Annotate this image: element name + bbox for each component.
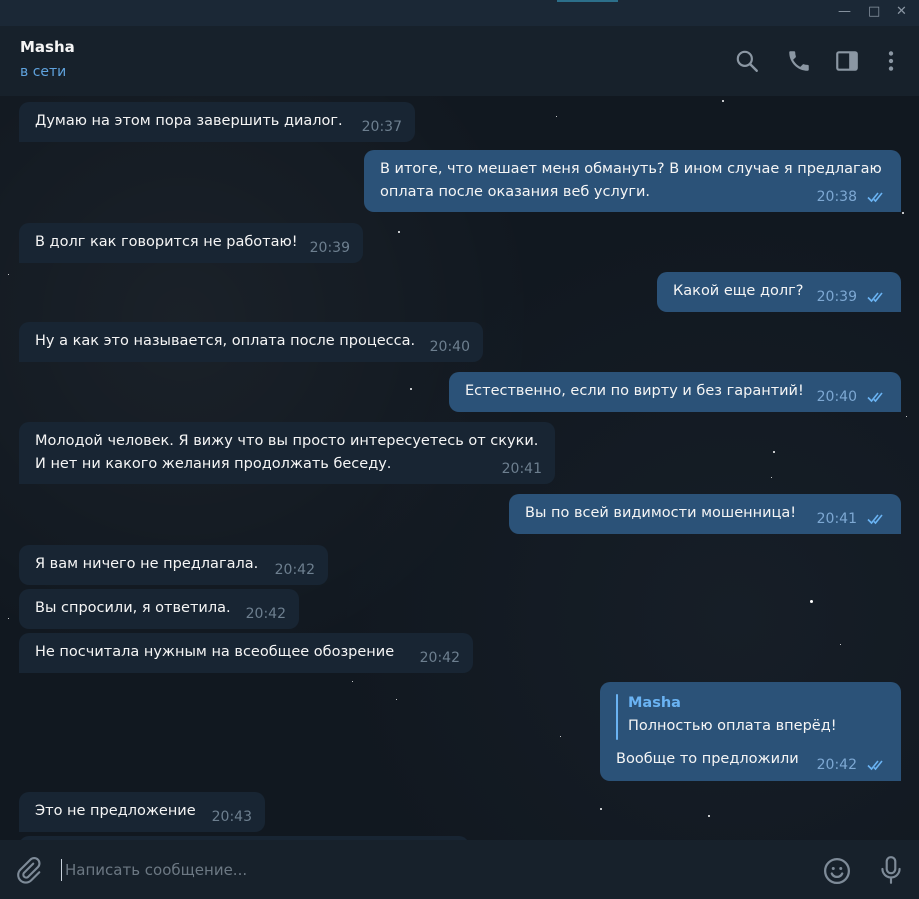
background-star	[410, 388, 412, 390]
message-text: В итоге, что мешает меня обмануть? В ино…	[380, 161, 882, 200]
background-star	[708, 815, 710, 817]
message-time: 20:39	[816, 289, 857, 305]
phone-icon[interactable]	[786, 48, 812, 74]
background-star	[8, 618, 9, 619]
message-incoming[interactable]: Я вам ничего не предлагала. 20:42	[19, 545, 328, 585]
message-incoming[interactable]: Не посчитала нужным на всеобщее обозрени…	[19, 633, 473, 673]
message-time: 20:41	[501, 461, 542, 477]
read-checkmarks-icon	[867, 292, 883, 303]
message-incoming[interactable]: Ну а как это называется, оплата после пр…	[19, 322, 483, 362]
message-text: Ну а как это называется, оплата после пр…	[35, 333, 416, 349]
background-star	[8, 274, 9, 275]
background-star	[352, 681, 353, 682]
read-checkmarks-icon	[867, 514, 883, 525]
message-list[interactable]: Думаю на этом пора завершить диалог. 20:…	[0, 96, 919, 840]
search-icon[interactable]	[734, 48, 760, 74]
message-incoming[interactable]: Молодой человек. Я вижу что вы просто ин…	[19, 422, 555, 484]
background-star	[556, 116, 557, 117]
maximize-button[interactable]: □	[868, 4, 880, 20]
background-star	[773, 451, 775, 453]
reply-quote-bar	[616, 694, 618, 740]
read-checkmarks-icon	[867, 192, 883, 203]
reply-text[interactable]: Полностью оплата вперёд!	[628, 715, 837, 738]
text-caret	[61, 859, 62, 881]
message-text: Молодой человек. Я вижу что вы просто ин…	[35, 433, 539, 472]
message-time: 20:41	[816, 511, 857, 527]
read-checkmarks-icon	[867, 392, 883, 403]
message-text: Вообще то предложили	[616, 751, 799, 767]
close-button[interactable]: ✕	[896, 4, 907, 20]
message-text: Я вам ничего не предлагала.	[35, 556, 259, 572]
message-outgoing[interactable]: Какой еще долг? 20:39	[657, 272, 901, 312]
message-text: Какой еще долг?	[673, 283, 804, 299]
message-time: 20:42	[419, 650, 460, 666]
window-titlebar: — □ ✕	[0, 0, 919, 26]
message-outgoing[interactable]: Вы по всей видимости мошенница! 20:41	[509, 494, 901, 534]
message-time: 20:39	[309, 240, 350, 256]
message-incoming[interactable]: В долг как говорится не работаю! 20:39	[19, 223, 363, 263]
chat-header: Masha в сети	[0, 26, 919, 96]
background-star	[810, 600, 813, 603]
message-text: Это не предложение	[35, 803, 196, 819]
message-time: 20:38	[816, 189, 857, 205]
composer-bar	[0, 840, 919, 899]
sidebar-toggle-icon[interactable]	[834, 48, 860, 74]
message-time: 20:40	[816, 389, 857, 405]
message-time: 20:42	[816, 757, 857, 773]
message-outgoing[interactable]: Естественно, если по вирту и без гаранти…	[449, 372, 901, 412]
message-text: Думаю на этом пора завершить диалог.	[35, 113, 343, 129]
attach-icon[interactable]	[14, 856, 42, 884]
background-star	[722, 100, 724, 102]
message-text: Не посчитала нужным на всеобщее обозрени…	[35, 644, 395, 660]
message-incoming[interactable]: Это не предложение 20:43	[19, 792, 265, 832]
microphone-icon[interactable]	[878, 855, 904, 885]
background-star	[902, 212, 904, 214]
contact-name[interactable]: Masha	[20, 38, 75, 56]
minimize-button[interactable]: —	[838, 4, 851, 20]
message-outgoing-reply[interactable]: Masha Полностью оплата вперёд! Вообще то…	[600, 682, 901, 781]
message-outgoing[interactable]: В итоге, что мешает меня обмануть? В ино…	[364, 150, 901, 212]
message-text: Естественно, если по вирту и без гаранти…	[465, 383, 804, 399]
message-time: 20:42	[274, 562, 315, 578]
background-star	[840, 644, 841, 645]
message-time: 20:42	[245, 606, 286, 622]
background-star	[906, 416, 907, 417]
message-input[interactable]	[65, 857, 785, 883]
emoji-icon[interactable]	[822, 856, 852, 886]
reply-author[interactable]: Masha	[628, 692, 681, 715]
message-time: 20:37	[361, 119, 402, 135]
message-incoming[interactable]: Вы спросили, я ответила. 20:42	[19, 589, 299, 629]
background-star	[398, 231, 400, 233]
message-text: Вы по всей видимости мошенница!	[525, 505, 797, 521]
background-star	[560, 736, 561, 737]
background-star	[600, 808, 602, 810]
more-vertical-icon[interactable]	[878, 48, 904, 74]
message-text: Вы спросили, я ответила.	[35, 600, 231, 616]
message-time: 20:40	[429, 339, 470, 355]
title-accent-line	[557, 0, 618, 2]
read-checkmarks-icon	[867, 760, 883, 771]
message-time: 20:43	[211, 809, 252, 825]
contact-status: в сети	[20, 64, 67, 80]
background-star	[771, 477, 772, 478]
message-text: В долг как говорится не работаю!	[35, 234, 298, 250]
background-star	[396, 699, 397, 700]
message-incoming[interactable]: Думаю на этом пора завершить диалог. 20:…	[19, 102, 415, 142]
